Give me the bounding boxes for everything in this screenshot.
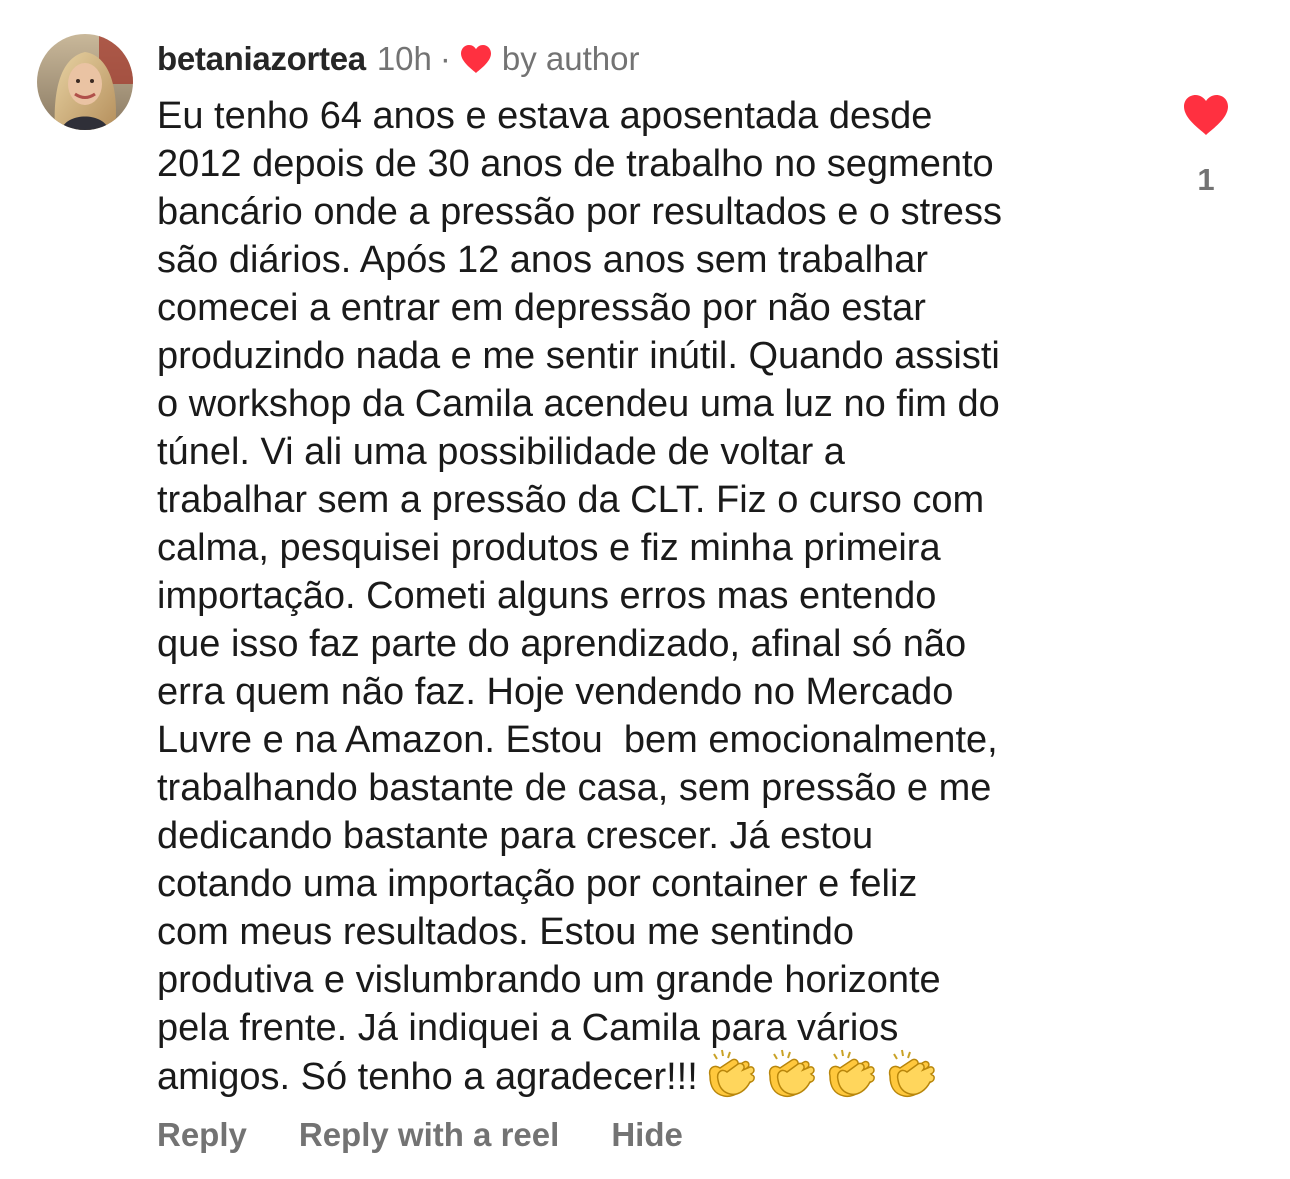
comment-header: betaniazortea 10h · by author [157, 38, 639, 80]
comment-line: Eu tenho 64 anos e estava aposentada des… [157, 95, 933, 137]
comment-line: cotando uma importação por container e f… [157, 863, 918, 905]
comment-line: trabalhar sem a pressão da CLT. Fiz o cu… [157, 479, 985, 521]
comment: betaniazortea 10h · by author Eu tenho 6… [0, 0, 1290, 1179]
comment-last-line: amigos. Só tenho a agradecer!!! [157, 1049, 1157, 1100]
timestamp: 10h [376, 40, 432, 77]
comment-actions: Reply Reply with a reel Hide [157, 1116, 683, 1154]
reply-with-reel-button[interactable]: Reply with a reel [299, 1116, 559, 1154]
reply-button[interactable]: Reply [157, 1116, 247, 1154]
comment-line: com meus resultados. Estou me sentindo [157, 911, 855, 953]
comment-line: são diários. Após 12 anos anos sem traba… [157, 239, 929, 281]
comment-line: túnel. Vi ali uma possibilidade de volta… [157, 431, 845, 473]
heart-icon [460, 45, 491, 73]
comment-line: trabalhando bastante de casa, sem pressã… [157, 767, 992, 809]
comment-line: amigos. Só tenho a agradecer!!! [157, 1056, 698, 1099]
like-count[interactable]: 1 [1160, 162, 1252, 198]
clapping-hands-icon [828, 1049, 875, 1098]
comment-line: pela frente. Já indiquei a Camila para v… [157, 1007, 899, 1049]
profile-photo [37, 34, 133, 130]
comment-line: que isso faz parte do aprendizado, afina… [157, 623, 967, 665]
comment-line: Luvre e na Amazon. Estou bem emocionalme… [157, 719, 998, 761]
like-heart-icon[interactable] [1182, 93, 1230, 137]
hide-button[interactable]: Hide [611, 1116, 683, 1154]
comment-line: comecei a entrar em depressão por não es… [157, 287, 926, 329]
emoji-group [700, 1046, 940, 1100]
separator-dot: · [439, 40, 451, 77]
clapping-hands-icon [708, 1049, 755, 1098]
username[interactable]: betaniazortea [157, 40, 366, 78]
avatar[interactable] [37, 34, 133, 130]
clapping-hands-icon [768, 1049, 815, 1098]
liked-by-author-label: by author [501, 40, 640, 77]
comment-line: 2012 depois de 30 anos de trabalho no se… [157, 143, 994, 185]
comment-line: bancário onde a pressão por resultados e… [157, 191, 1002, 233]
comment-line: produzindo nada e me sentir inútil. Quan… [157, 335, 1000, 377]
comment-text: Eu tenho 64 anos e estava aposentada des… [157, 92, 1157, 1100]
comment-line: o workshop da Camila acendeu uma luz no … [157, 383, 1000, 425]
comment-line: produtiva e vislumbrando um grande horiz… [157, 959, 941, 1001]
comment-line: importação. Cometi alguns erros mas ente… [157, 575, 937, 617]
clapping-hands-icon [888, 1049, 935, 1098]
comment-line: calma, pesquisei produtos e fiz minha pr… [157, 527, 941, 569]
comment-line: erra quem não faz. Hoje vendendo no Merc… [157, 671, 954, 713]
comment-line: dedicando bastante para crescer. Já esto… [157, 815, 874, 857]
